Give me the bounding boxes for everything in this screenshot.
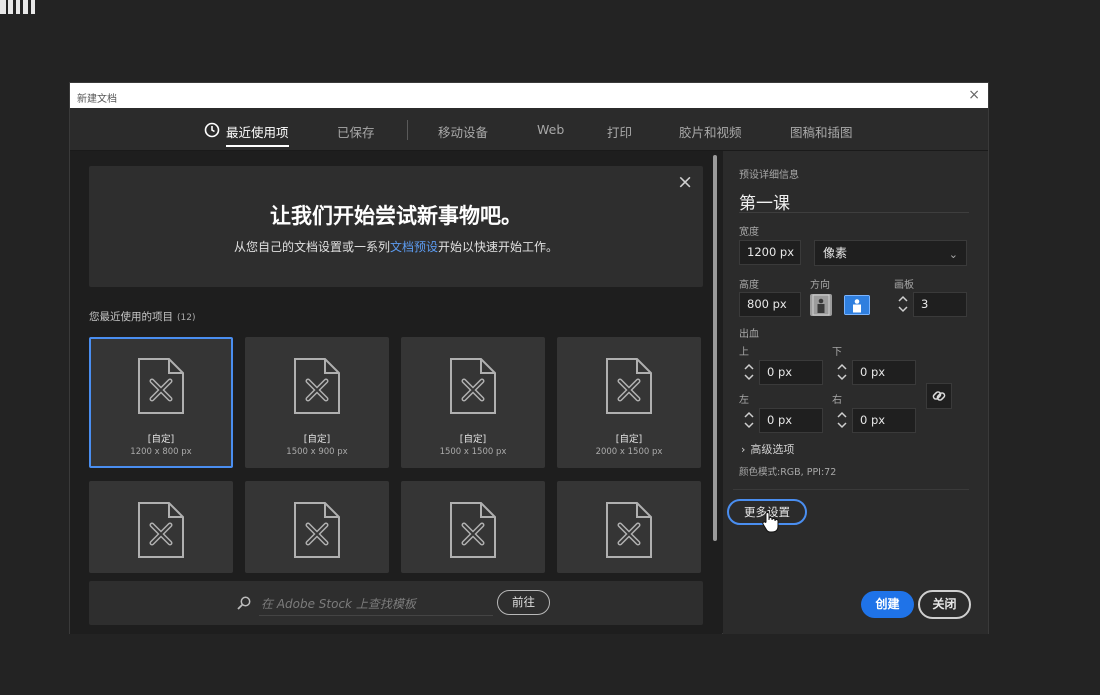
height-input[interactable]: 800 px bbox=[739, 292, 801, 317]
banner-subtitle: 从您自己的文档设置或一系列文档预设开始以快速开始工作。 bbox=[89, 238, 703, 255]
preset-details-heading: 预设详细信息 bbox=[739, 170, 799, 181]
document-icon bbox=[138, 502, 184, 558]
recent-items-heading: 您最近使用的项目 (12) bbox=[89, 309, 195, 324]
recent-item-name: [自定] bbox=[459, 434, 487, 445]
bleed-bottom-label: 下 bbox=[832, 347, 842, 358]
recent-item-size: 2000 x 1500 px bbox=[595, 447, 663, 457]
welcome-banner: 让我们开始尝试新事物吧。 从您自己的文档设置或一系列文档预设开始以快速开始工作。… bbox=[89, 166, 703, 287]
document-presets-link[interactable]: 文档预设 bbox=[390, 240, 438, 254]
dialog-title: 新建文档 bbox=[77, 94, 117, 105]
banner-subtitle-start: 从您自己的文档设置或一系列 bbox=[233, 240, 390, 254]
artboards-stepper-icon[interactable] bbox=[896, 292, 910, 316]
preset-name-field[interactable]: 第一课 bbox=[739, 189, 790, 214]
document-icon bbox=[450, 358, 496, 414]
preset-category-tabs: 最近使用项 已保存 移动设备 Web 打印 胶片和视频 图稿和插图 bbox=[70, 108, 988, 151]
bleed-left-input[interactable]: 0 px bbox=[759, 408, 823, 433]
bleed-top-stepper-icon[interactable] bbox=[742, 360, 756, 384]
portrait-orientation-icon[interactable] bbox=[810, 294, 832, 316]
recent-item-card[interactable]: [自定] 1500 x 1500 px bbox=[401, 337, 545, 468]
recent-item-name: [自定] bbox=[147, 434, 175, 445]
recent-item-card[interactable]: [自定] 1200 x 800 px bbox=[89, 337, 233, 468]
recent-item-name: [自定] bbox=[615, 434, 643, 445]
bleed-right-input[interactable]: 0 px bbox=[852, 408, 916, 433]
unit-select-value: 像素 bbox=[823, 246, 848, 260]
bleed-bottom-input[interactable]: 0 px bbox=[852, 360, 916, 385]
recent-item-size: 1500 x 900 px bbox=[286, 447, 348, 457]
tab-art-illustration[interactable]: 图稿和插图 bbox=[790, 122, 853, 141]
artboards-label: 画板 bbox=[894, 280, 914, 291]
stock-search-input[interactable] bbox=[259, 593, 493, 616]
bleed-top-label: 上 bbox=[739, 347, 749, 358]
go-button[interactable]: 前往 bbox=[497, 590, 550, 615]
recent-item-card[interactable] bbox=[245, 481, 389, 573]
document-icon bbox=[606, 502, 652, 558]
color-mode-info: 颜色模式:RGB, PPI:72 bbox=[739, 467, 837, 478]
tab-divider bbox=[407, 120, 408, 140]
bleed-top-input[interactable]: 0 px bbox=[759, 360, 823, 385]
close-button[interactable]: 关闭 bbox=[918, 590, 971, 619]
hand-cursor-icon bbox=[762, 512, 779, 533]
banner-close-icon[interactable]: × bbox=[677, 171, 693, 193]
recent-item-card[interactable]: [自定] 2000 x 1500 px bbox=[557, 337, 701, 468]
preset-name-underline bbox=[739, 212, 969, 213]
recent-item-name: [自定] bbox=[303, 434, 331, 445]
banner-headline: 让我们开始尝试新事物吧。 bbox=[270, 204, 522, 228]
dialog-titlebar: 新建文档 × bbox=[70, 83, 988, 108]
bleed-left-stepper-icon[interactable] bbox=[742, 408, 756, 432]
link-bleed-button[interactable] bbox=[926, 383, 952, 409]
app-logo-icon bbox=[0, 0, 35, 14]
new-document-dialog: 新建文档 × 最近使用项 已保存 移动设备 Web 打印 胶片和视频 图稿和插图… bbox=[69, 82, 989, 634]
tab-saved[interactable]: 已保存 bbox=[337, 122, 375, 141]
tab-print[interactable]: 打印 bbox=[607, 122, 632, 141]
bleed-right-label: 右 bbox=[832, 395, 842, 406]
chevron-right-icon: › bbox=[741, 443, 746, 456]
search-icon bbox=[237, 596, 251, 610]
bleed-right-stepper-icon[interactable] bbox=[835, 408, 849, 432]
recent-items-count: (12) bbox=[177, 313, 196, 323]
artboards-input[interactable]: 3 bbox=[913, 292, 967, 317]
link-icon bbox=[932, 391, 946, 401]
bleed-left-label: 左 bbox=[739, 395, 749, 406]
bleed-bottom-stepper-icon[interactable] bbox=[835, 360, 849, 384]
clock-icon bbox=[204, 122, 220, 138]
recent-item-size: 1500 x 1500 px bbox=[439, 447, 507, 457]
orientation-label: 方向 bbox=[810, 280, 830, 291]
tab-web[interactable]: Web bbox=[537, 122, 564, 137]
advanced-options-toggle[interactable]: › 高级选项 bbox=[741, 441, 794, 457]
recent-item-card[interactable] bbox=[557, 481, 701, 573]
unit-select[interactable]: 像素 ⌄ bbox=[814, 240, 967, 266]
width-input[interactable]: 1200 px bbox=[739, 240, 801, 265]
banner-subtitle-end: 开始以快速开始工作。 bbox=[438, 240, 559, 254]
landscape-orientation-icon[interactable] bbox=[844, 295, 870, 315]
recent-item-card[interactable] bbox=[401, 481, 545, 573]
bleed-label: 出血 bbox=[739, 329, 759, 340]
document-icon bbox=[606, 358, 652, 414]
chevron-down-icon: ⌄ bbox=[948, 248, 958, 261]
advanced-options-label: 高级选项 bbox=[750, 443, 795, 456]
recent-item-size: 1200 x 800 px bbox=[130, 447, 192, 457]
tab-film-video[interactable]: 胶片和视频 bbox=[679, 122, 742, 141]
preset-details-panel: 预设详细信息 第一课 宽度 1200 px 像素 ⌄ 高度 方向 画板 800 p… bbox=[723, 151, 988, 634]
width-label: 宽度 bbox=[739, 227, 759, 238]
adobe-stock-search-bar: 前往 bbox=[89, 581, 703, 625]
recent-item-card[interactable] bbox=[89, 481, 233, 573]
scrollbar[interactable] bbox=[713, 155, 717, 541]
recent-item-card[interactable]: [自定] 1500 x 900 px bbox=[245, 337, 389, 468]
document-icon bbox=[294, 358, 340, 414]
document-icon bbox=[450, 502, 496, 558]
create-button[interactable]: 创建 bbox=[861, 591, 914, 618]
panel-divider bbox=[733, 489, 969, 490]
recent-items-label: 您最近使用的项目 bbox=[89, 311, 173, 323]
height-label: 高度 bbox=[739, 280, 759, 291]
tab-recent[interactable]: 最近使用项 bbox=[226, 122, 289, 147]
document-icon bbox=[138, 358, 184, 414]
dialog-close-icon[interactable]: × bbox=[968, 87, 980, 103]
recent-items-pane: 让我们开始尝试新事物吧。 从您自己的文档设置或一系列文档预设开始以快速开始工作。… bbox=[70, 151, 722, 634]
tab-mobile[interactable]: 移动设备 bbox=[438, 122, 488, 141]
document-icon bbox=[294, 502, 340, 558]
